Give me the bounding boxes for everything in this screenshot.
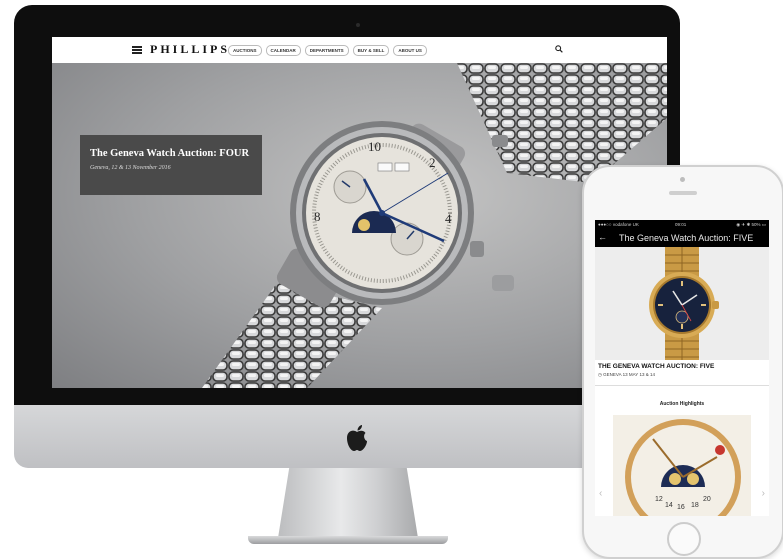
status-bar: ●●●○○ vodafone UK 09:01 ◉ ✈ ✱ 50% ▭ <box>595 220 769 230</box>
watch-image: 10 2 8 4 <box>202 63 667 388</box>
imac-stand <box>278 468 418 538</box>
gold-watch-image <box>649 247 719 360</box>
hero-title: The Geneva Watch Auction: FOUR <box>90 148 250 159</box>
hero-subtitle: Geneva, 12 & 13 November 2016 <box>90 165 171 171</box>
svg-text:18: 18 <box>691 502 699 509</box>
phone-screen: ●●●○○ vodafone UK 09:01 ◉ ✈ ✱ 50% ▭ ← Th… <box>595 220 769 516</box>
site-header: PHILLIPS AUCTIONS CALENDAR DEPARTMENTS B… <box>52 37 667 64</box>
main-nav: AUCTIONS CALENDAR DEPARTMENTS BUY & SELL… <box>228 45 427 56</box>
nav-departments[interactable]: DEPARTMENTS <box>304 45 349 56</box>
chevron-left-icon[interactable]: ‹ <box>599 488 602 499</box>
status-carrier: ●●●○○ vodafone UK <box>598 222 639 227</box>
svg-text:16: 16 <box>677 504 685 511</box>
menu-icon[interactable] <box>132 46 142 54</box>
iphone-device: ●●●○○ vodafone UK 09:01 ◉ ✈ ✱ 50% ▭ ← Th… <box>582 165 783 559</box>
brand-logo[interactable]: PHILLIPS <box>150 42 230 57</box>
svg-text:4: 4 <box>445 211 452 226</box>
nav-calendar[interactable]: CALENDAR <box>265 45 301 56</box>
svg-text:8: 8 <box>314 209 321 224</box>
highlights-heading: Auction Highlights <box>659 401 705 407</box>
app-bar: ← The Geneva Watch Auction: FIVE <box>595 230 769 247</box>
sale-date-location: ◷ GENEVA 13 MAY 13 & 14 <box>598 372 655 377</box>
sale-hero-image[interactable] <box>595 247 769 360</box>
highlight-lot-image[interactable]: 12 14 16 18 20 <box>613 415 751 516</box>
phone-camera <box>680 177 685 182</box>
svg-text:2: 2 <box>429 155 436 170</box>
section-divider <box>595 385 769 386</box>
svg-text:12: 12 <box>655 496 663 503</box>
svg-text:20: 20 <box>703 496 711 503</box>
chevron-right-icon[interactable]: › <box>762 488 765 499</box>
search-icon[interactable] <box>555 45 563 53</box>
status-time: 09:01 <box>675 222 687 227</box>
imac-chin <box>14 405 680 468</box>
apple-logo-icon <box>347 425 367 451</box>
nav-about-us[interactable]: ABOUT US <box>393 45 427 56</box>
imac-camera <box>356 23 360 27</box>
svg-text:14: 14 <box>665 502 673 509</box>
desktop-screen: PHILLIPS AUCTIONS CALENDAR DEPARTMENTS B… <box>52 37 667 388</box>
status-battery: ◉ ✈ ✱ 50% ▭ <box>736 222 766 227</box>
imac-stand-base <box>248 536 448 544</box>
app-title: The Geneva Watch Auction: FIVE <box>619 233 754 243</box>
nav-auctions[interactable]: AUCTIONS <box>228 45 262 56</box>
nav-buy-sell[interactable]: BUY & SELL <box>352 45 390 56</box>
home-button[interactable] <box>667 522 701 556</box>
sale-title[interactable]: THE GENEVA WATCH AUCTION: FIVE <box>598 363 714 370</box>
svg-text:10: 10 <box>368 139 381 154</box>
hero-caption[interactable]: The Geneva Watch Auction: FOUR Geneva, 1… <box>80 135 262 195</box>
back-arrow-icon[interactable]: ← <box>598 232 607 242</box>
moonphase-watch-image: 1214 16 18 20 <box>625 419 741 516</box>
phone-speaker <box>669 191 697 195</box>
imac-monitor: PHILLIPS AUCTIONS CALENDAR DEPARTMENTS B… <box>14 5 680 405</box>
hero-banner[interactable]: 10 2 8 4 The Geneva Watch Auction: FOUR … <box>52 63 667 388</box>
